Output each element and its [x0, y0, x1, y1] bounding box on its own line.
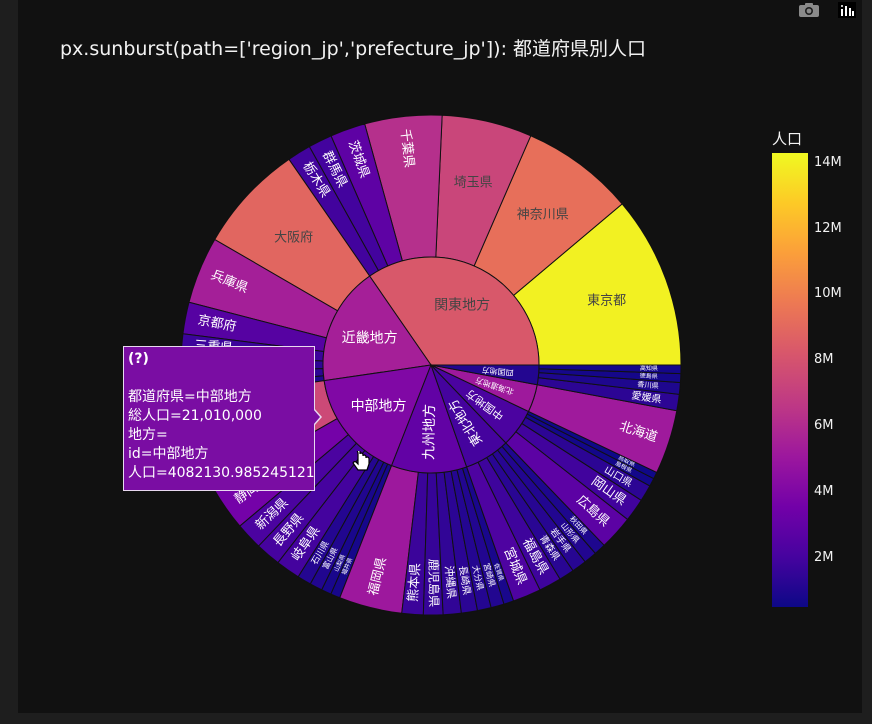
colorbar-tick-label: 2M	[814, 549, 834, 565]
region-label: 関東地方	[434, 298, 490, 314]
hover-name: (?)	[128, 351, 149, 367]
colorbar-tick-label: 6M	[814, 418, 834, 434]
hover-tooltip: (?) 都道府県=中部地方 総人口=21,010,000 地方= id=中部地方…	[123, 346, 315, 491]
prefecture-label: 東京都	[587, 292, 626, 308]
prefecture-label: 神奈川県	[517, 208, 569, 223]
colorbar-tick-label: 12M	[814, 220, 842, 236]
region-label: 中部地方	[351, 399, 407, 415]
hover-line: 地方=	[128, 427, 168, 443]
hover-line: 総人口=21,010,000	[128, 408, 262, 424]
prefecture-label: 鹿児島県	[426, 559, 441, 608]
hover-line: id=中部地方	[128, 446, 209, 462]
colorbar-tick-label: 4M	[814, 483, 834, 499]
hover-line: 人口=4082130.985245121	[128, 465, 315, 481]
hand-cursor-icon	[352, 451, 370, 471]
colorbar	[772, 153, 808, 607]
hover-line: 都道府県=中部地方	[128, 389, 252, 405]
colorbar-tick-label: 8M	[814, 352, 834, 368]
prefecture-label: 高知県	[640, 364, 658, 372]
colorbar-tick-label: 10M	[814, 286, 842, 302]
region-label: 九州地方	[421, 404, 438, 460]
region-label: 近畿地方	[342, 330, 398, 346]
prefecture-label: 埼玉県	[454, 175, 493, 190]
prefecture-label: 大阪府	[274, 231, 313, 246]
colorbar-title: 人口	[772, 130, 803, 148]
prefecture-label: 熊本県	[405, 562, 424, 602]
colorbar-tick-label: 14M	[814, 154, 842, 170]
